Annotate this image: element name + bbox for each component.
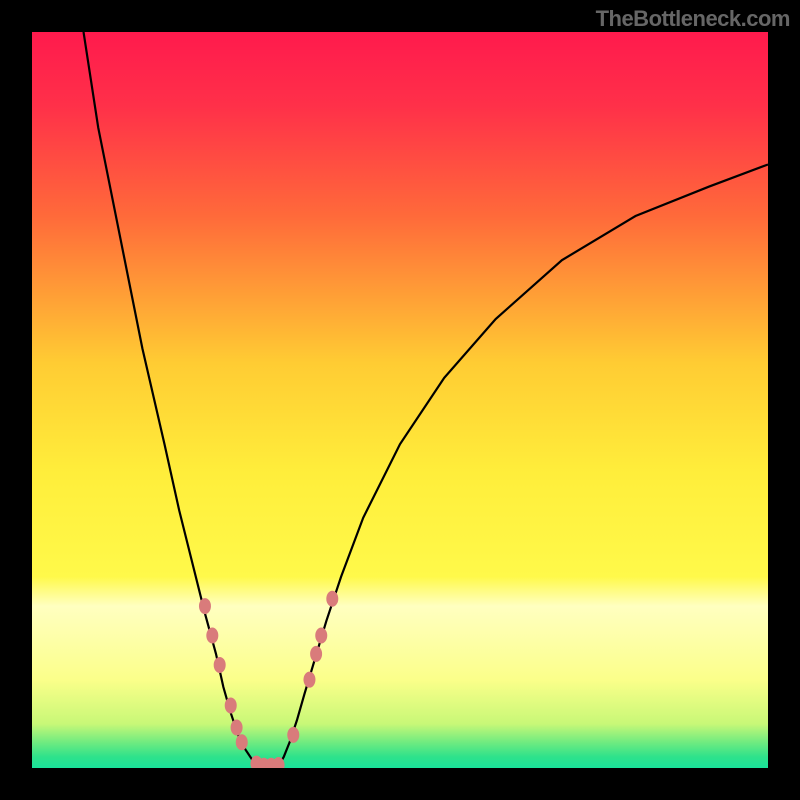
data-markers — [199, 591, 338, 768]
data-marker — [236, 734, 248, 750]
data-marker — [231, 720, 243, 736]
chart-container: TheBottleneck.com — [0, 0, 800, 800]
data-marker — [199, 598, 211, 614]
data-marker — [326, 591, 338, 607]
data-marker — [225, 697, 237, 713]
right-curve — [279, 164, 768, 765]
data-marker — [310, 646, 322, 662]
data-marker — [287, 727, 299, 743]
watermark-text: TheBottleneck.com — [596, 6, 790, 32]
data-marker — [206, 628, 218, 644]
data-marker — [303, 672, 315, 688]
plot-area — [32, 32, 768, 768]
left-curve — [84, 32, 258, 766]
data-marker — [315, 628, 327, 644]
curves-layer — [32, 32, 768, 768]
data-marker — [214, 657, 226, 673]
